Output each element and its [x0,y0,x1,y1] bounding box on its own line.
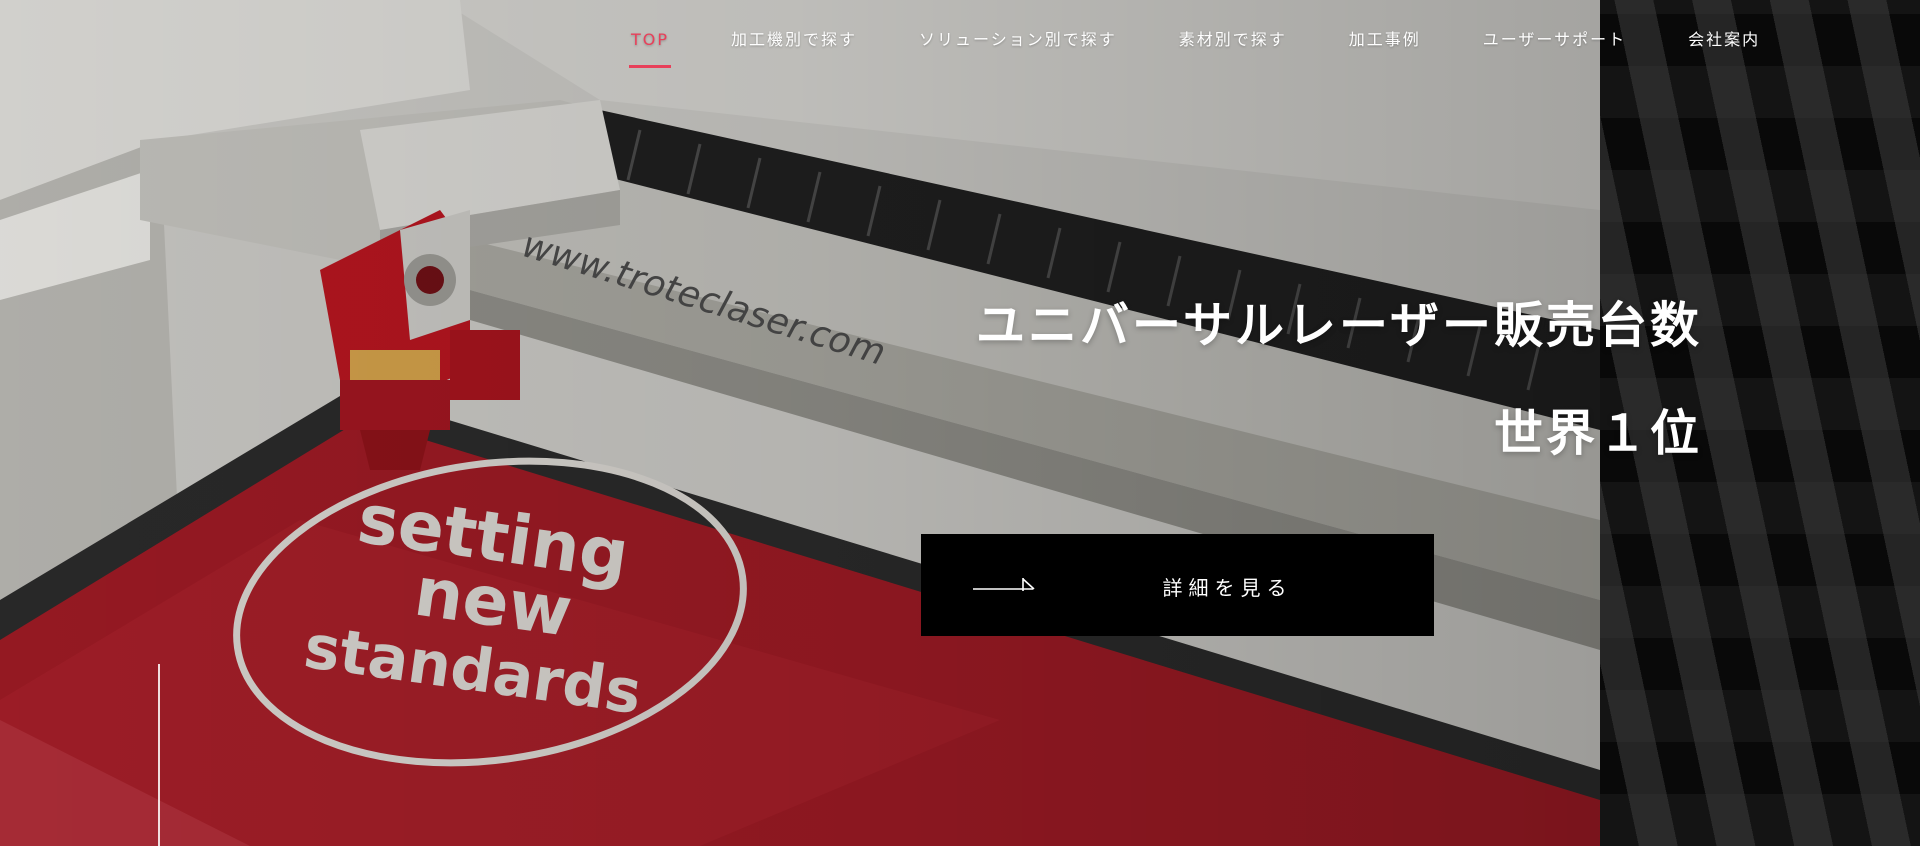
nav-item-company-info[interactable]: 会社案内 [1657,0,1791,80]
main-nav: TOP 加工機別で探す ソリューション別で探す 素材別で探す 加工事例 ユーザー… [600,0,1791,80]
view-details-label: 詳細を見る [1162,576,1293,600]
nav-item-by-material[interactable]: 素材別で探す [1148,0,1318,80]
nav-item-user-support[interactable]: ユーザーサポート [1452,0,1657,80]
headline-line-1: ユニバーサルレーザー販売台数 [975,297,1702,354]
nav-item-by-solution[interactable]: ソリューション別で探す [888,0,1148,80]
nav-item-top[interactable]: TOP [600,0,700,80]
headline-line-2: 世界１位 [1493,405,1702,462]
nav-item-by-machine[interactable]: 加工機別で探す [700,0,888,80]
nav-item-case-studies[interactable]: 加工事例 [1318,0,1452,80]
hero-headline: ユニバーサルレーザー販売台数 世界１位 [976,272,1702,488]
view-details-button[interactable]: 詳細を見る [921,534,1434,636]
scroll-indicator-line [158,664,160,846]
